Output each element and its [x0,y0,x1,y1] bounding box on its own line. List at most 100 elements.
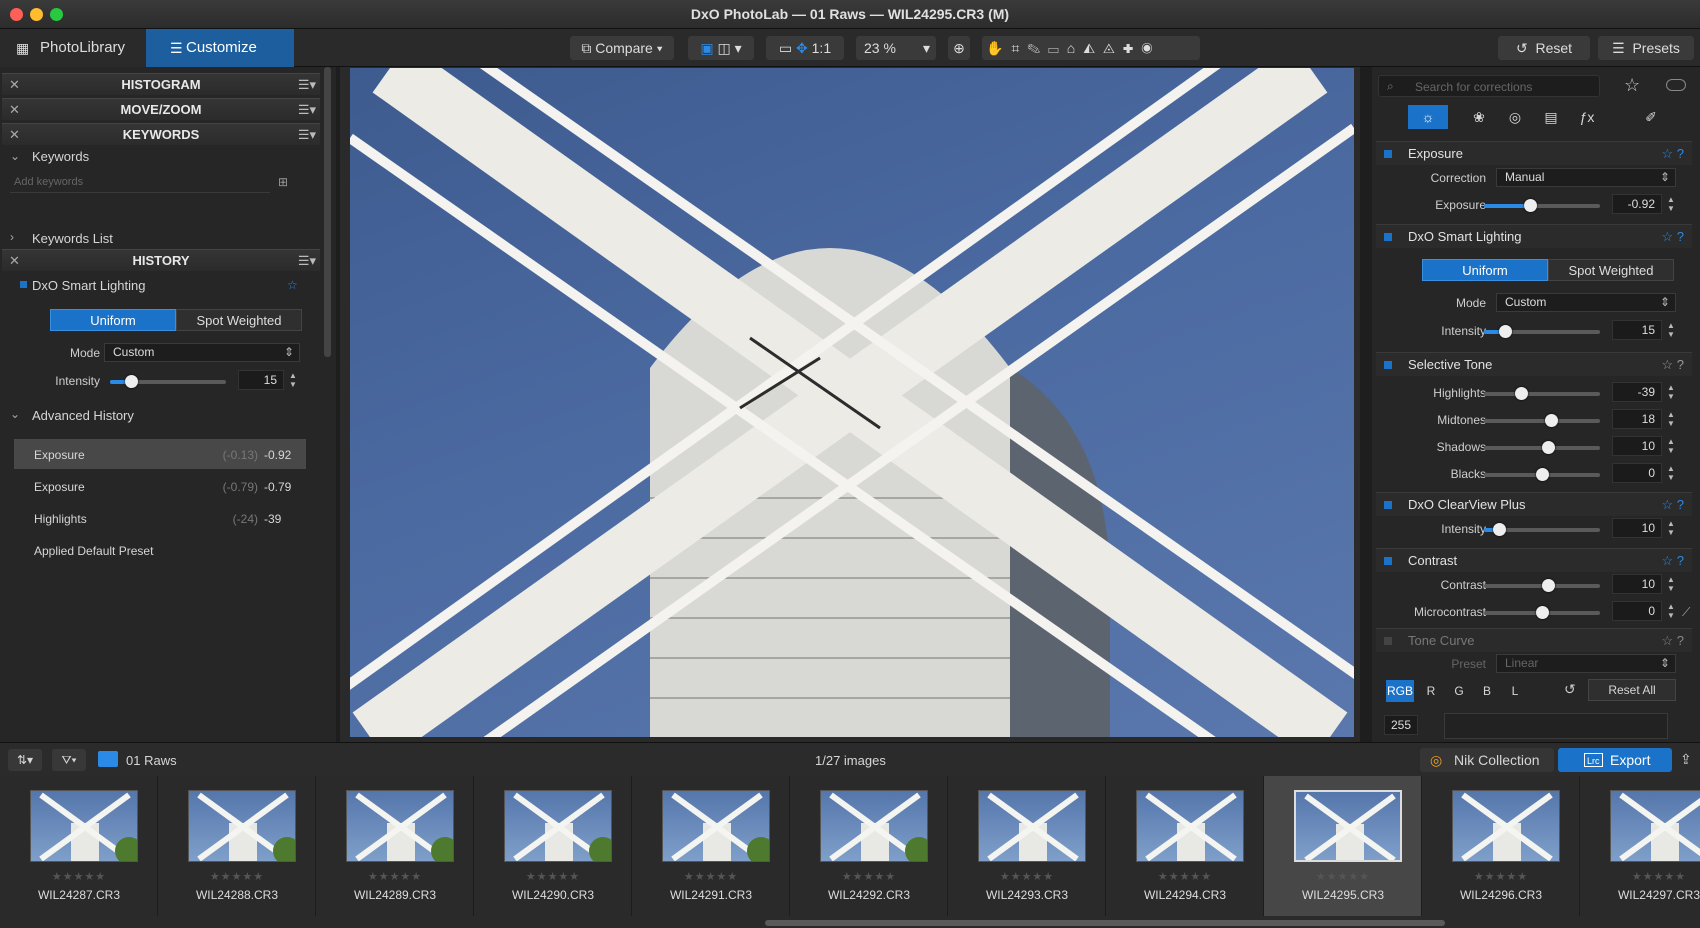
brush-tab-icon[interactable]: ✐ [1636,105,1666,129]
tone-stepper[interactable]: ▲ ▼ [1666,464,1676,482]
search-corrections-input[interactable]: ⌕ Search for corrections [1378,75,1600,97]
exposure-slider[interactable] [1484,199,1600,212]
microcontrast-stepper[interactable]: ▲ ▼ [1666,602,1676,620]
tone-slider[interactable] [1484,387,1600,400]
mode-select[interactable]: Custom ⇕ [104,343,300,362]
minimize-window-button[interactable] [30,8,43,21]
reset-all-button[interactable]: Reset All [1588,679,1676,701]
channel-button[interactable]: B [1476,680,1498,702]
tone-slider[interactable] [1484,441,1600,454]
curve-max-field[interactable]: 255 [1384,715,1418,735]
tone-field[interactable]: 0 [1612,463,1662,483]
uniform-button[interactable]: Uniform [50,309,176,331]
rating-stars[interactable]: ★★★★★ [790,870,948,883]
film-thumbnail[interactable]: ★★★★★ WIL24296.CR3 [1422,776,1580,916]
history-item[interactable]: Exposure (-0.13) -0.92 [14,439,306,469]
star-icon[interactable]: ☆ ? [1662,629,1685,653]
effects-tab-icon[interactable]: ƒx [1572,105,1602,129]
close-icon[interactable]: ✕ [9,124,20,146]
hand-tool-icon[interactable]: ✋ [986,40,1011,56]
rating-stars[interactable]: ★★★★★ [1580,870,1700,883]
intensity-slider[interactable] [1484,325,1600,338]
geometry-tab-icon[interactable]: ▤ [1536,105,1566,129]
close-icon[interactable]: ✕ [9,250,20,272]
view-controls[interactable]: ▭ ✥ 1:1 [766,36,844,60]
zoom-in-icon[interactable]: ⊕ [948,36,970,60]
film-thumbnail[interactable]: ★★★★★ WIL24292.CR3 [790,776,948,916]
clearview-intensity-slider[interactable] [1484,523,1600,536]
enable-checkbox[interactable] [20,281,27,288]
menu-icon[interactable]: ☰▾ [298,99,316,121]
star-icon[interactable]: ☆ [1624,75,1640,96]
rating-stars[interactable]: ★★★★★ [1422,870,1580,883]
chevron-down-icon[interactable]: ⌄ [10,407,20,421]
chevron-down-icon[interactable]: ⌄ [10,149,20,163]
tone-stepper[interactable]: ▲ ▼ [1666,437,1676,455]
tone-stepper[interactable]: ▲ ▼ [1666,410,1676,428]
movezoom-header[interactable]: ✕ MOVE/ZOOM ☰▾ [2,98,320,120]
enable-checkbox[interactable] [1384,637,1392,645]
rating-stars[interactable]: ★★★★★ [1264,870,1422,883]
uniform-button[interactable]: Uniform [1422,259,1548,281]
spot-weighted-button[interactable]: Spot Weighted [1548,259,1674,281]
history-item[interactable]: Highlights (-24) -39 [14,503,306,533]
horizon-icon[interactable]: ▭ [1048,40,1067,56]
film-thumbnail[interactable]: ★★★★★ WIL24290.CR3 [474,776,632,916]
enable-checkbox[interactable] [1384,233,1392,241]
film-thumbnail[interactable]: ★★★★★ WIL24297.CR3 [1580,776,1700,916]
film-thumbnail[interactable]: ★★★★★ WIL24295.CR3 [1264,776,1422,916]
advanced-history-label[interactable]: Advanced History [32,408,134,423]
spot-weighted-button[interactable]: Spot Weighted [176,309,302,331]
enable-checkbox[interactable] [1384,557,1392,565]
tone-curve-graph[interactable] [1444,713,1668,739]
perspective-icon[interactable]: ⌂ [1067,40,1083,56]
keywords-list-label[interactable]: Keywords List [32,231,113,246]
clearview-stepper[interactable]: ▲ ▼ [1666,519,1676,537]
contrast-header[interactable]: Contrast ☆ ? [1376,548,1692,572]
enable-checkbox[interactable] [1384,150,1392,158]
selective-tone-header[interactable]: Selective Tone ☆ ? [1376,352,1692,376]
fit-icon[interactable]: ▭ [779,40,792,56]
clearview-header[interactable]: DxO ClearView Plus ☆ ? [1376,492,1692,516]
filter-icon[interactable]: ⛛▾ [52,749,86,771]
intensity-stepper[interactable]: ▲ ▼ [1666,321,1676,339]
film-thumbnail[interactable]: ★★★★★ WIL24293.CR3 [948,776,1106,916]
exposure-field[interactable]: -0.92 [1612,194,1662,214]
reset-button[interactable]: ↺ Reset [1498,36,1590,60]
folder-name[interactable]: 01 Raws [126,753,177,768]
light-tab-icon[interactable]: ☼ [1408,105,1448,129]
microcontrast-field[interactable]: 0 [1612,601,1662,621]
tone-curve-header[interactable]: Tone Curve ☆ ? [1376,628,1692,652]
intensity-stepper[interactable]: ▲ ▼ [288,371,298,389]
preset-select[interactable]: Linear ⇕ [1496,654,1676,673]
rating-stars[interactable]: ★★★★★ [948,870,1106,883]
rating-stars[interactable]: ★★★★★ [632,870,790,883]
tab-photolibrary[interactable]: ▦ PhotoLibrary [0,29,146,67]
repair-icon[interactable]: ✚ [1123,40,1142,56]
keyword-tree-icon[interactable]: ⊞ [278,175,288,189]
film-thumbnail[interactable]: ★★★★★ WIL24289.CR3 [316,776,474,916]
move-icon[interactable]: ✥ [796,40,808,56]
exposure-header[interactable]: Exposure ☆ ? [1376,141,1692,165]
star-icon[interactable]: ☆ ? [1662,225,1685,249]
contrast-slider[interactable] [1484,579,1600,592]
intensity-slider[interactable] [110,375,226,388]
menu-icon[interactable]: ☰▾ [298,250,316,272]
history-item[interactable]: Exposure (-0.79) -0.79 [14,471,306,501]
presets-button[interactable]: ☰ Presets [1598,36,1694,60]
export-button[interactable]: Lrc Export [1558,748,1672,772]
rating-stars[interactable]: ★★★★★ [1106,870,1264,883]
mode-select[interactable]: Custom ⇕ [1496,293,1676,312]
compare-button[interactable]: ⧉ Compare ▾ [570,36,674,60]
chevron-right-icon[interactable]: › [10,230,14,244]
menu-icon[interactable]: ☰▾ [298,124,316,146]
close-window-button[interactable] [10,8,23,21]
eye-icon[interactable]: ◉ [1141,40,1160,56]
enable-checkbox[interactable] [1384,501,1392,509]
wand-icon[interactable]: ⟋ [1682,605,1690,620]
filmstrip-scrollbar[interactable] [765,920,1445,926]
exposure-stepper[interactable]: ▲ ▼ [1666,195,1676,213]
film-thumbnail[interactable]: ★★★★★ WIL24287.CR3 [0,776,158,916]
channel-button[interactable]: R [1420,680,1442,702]
zoom-select[interactable]: 23 % ▾ [856,36,936,60]
